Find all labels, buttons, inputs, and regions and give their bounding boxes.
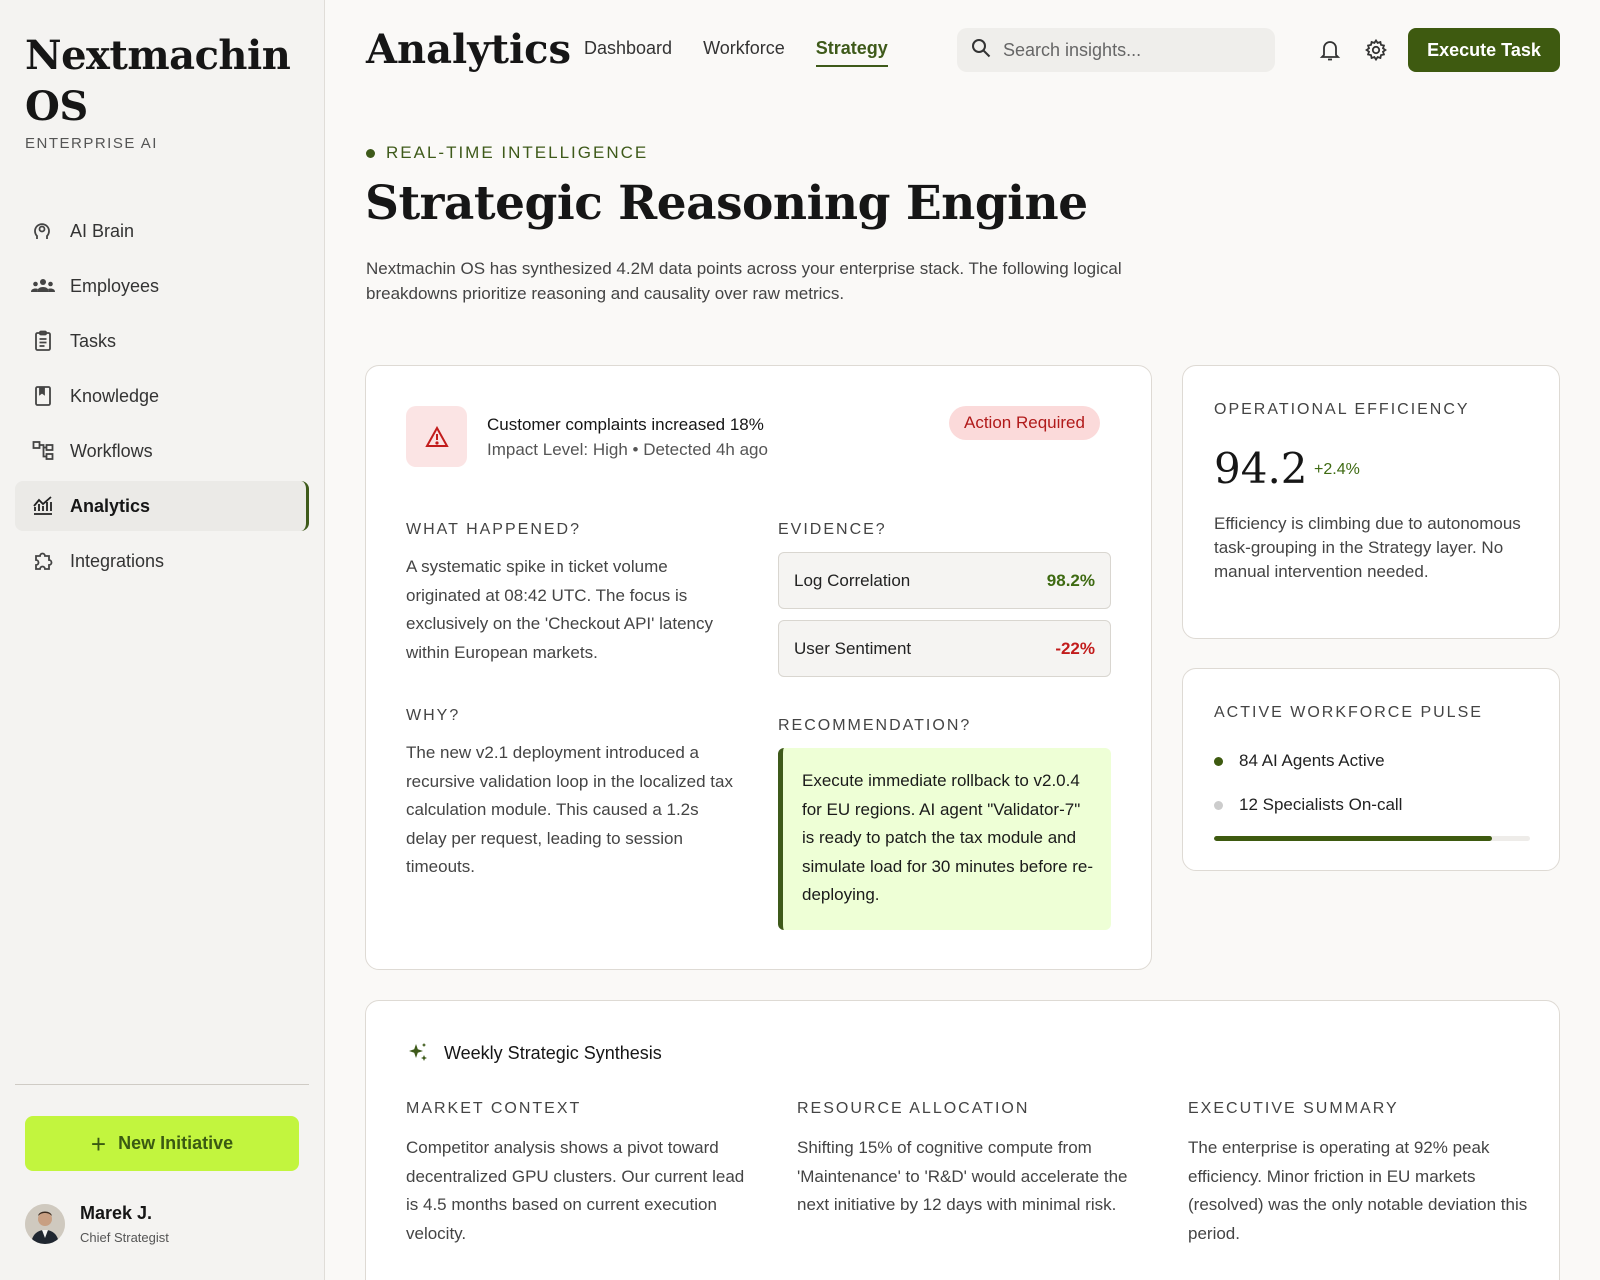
active-dot — [1214, 756, 1223, 766]
chart-icon — [30, 493, 56, 519]
synthesis-market-context: MARKET CONTEXT Competitor analysis shows… — [406, 1100, 746, 1248]
gear-icon[interactable] — [1364, 38, 1388, 67]
resource-allocation-text: Shifting 15% of cognitive compute from '… — [797, 1138, 1128, 1214]
workflow-icon — [30, 438, 56, 464]
weekly-synthesis-card: Weekly Strategic Synthesis MARKET CONTEX… — [365, 1000, 1560, 1280]
why-text: The new v2.1 deployment introduced a rec… — [406, 743, 733, 876]
synthesis-header: Weekly Strategic Synthesis — [406, 1041, 662, 1065]
tab-workforce[interactable]: Workforce — [703, 38, 785, 67]
sidebar-item-label: AI Brain — [70, 220, 135, 241]
efficiency-card: OPERATIONAL EFFICIENCY 94.2 +2.4% Effici… — [1182, 365, 1560, 639]
what-happened-label: WHAT HAPPENED? — [406, 521, 581, 538]
sidebar-item-label: Analytics — [70, 495, 151, 516]
workforce-pulse-card: ACTIVE WORKFORCE PULSE 84 AI Agents Acti… — [1182, 668, 1560, 871]
search-icon — [971, 38, 991, 63]
clipboard-icon — [30, 328, 56, 354]
new-initiative-button[interactable]: + New Initiative — [25, 1116, 299, 1171]
bell-icon[interactable] — [1319, 38, 1341, 67]
evidence-row-user-sentiment: User Sentiment -22% — [778, 620, 1111, 677]
evidence-value: 98.2% — [1046, 570, 1095, 590]
app-title: Analytics — [366, 26, 572, 73]
sidebar-divider — [15, 1084, 309, 1085]
pulse-item-agents: 84 AI Agents Active — [1214, 751, 1385, 771]
alert-evidence: EVIDENCE? Log Correlation 98.2% User Sen… — [778, 521, 1111, 930]
user-profile[interactable]: Marek J. Chief Strategist — [25, 1203, 169, 1245]
status-dot — [366, 148, 375, 158]
evidence-label-text: Log Correlation — [794, 570, 911, 590]
intro-text: Nextmachin OS has synthesized 4.2M data … — [366, 259, 1122, 303]
pulse-item-label: 12 Specialists On-call — [1239, 795, 1403, 814]
sidebar-item-label: Integrations — [70, 550, 165, 571]
top-tabs: Dashboard Workforce Strategy — [584, 38, 919, 67]
alert-analysis: WHAT HAPPENED? A systematic spike in tic… — [406, 521, 736, 882]
efficiency-delta: +2.4% — [1314, 461, 1360, 478]
sidebar-item-label: Knowledge — [70, 385, 160, 406]
market-context-text: Competitor analysis shows a pivot toward… — [406, 1138, 745, 1243]
brand-subtitle: ENTERPRISE AI — [25, 135, 158, 152]
pulse-label: ACTIVE WORKFORCE PULSE — [1214, 704, 1483, 721]
status-badge: Action Required — [949, 406, 1100, 440]
alert-title: Customer complaints increased 18% — [487, 415, 764, 434]
evidence-value: -22% — [1055, 638, 1095, 658]
sidebar-item-label: Tasks — [70, 330, 117, 351]
tab-strategy[interactable]: Strategy — [815, 38, 888, 67]
executive-summary-text: The enterprise is operating at 92% peak … — [1188, 1138, 1528, 1243]
sidebar-nav: AI Brain Employees Tasks Knowledge Workf… — [15, 206, 309, 591]
sidebar-item-analytics[interactable]: Analytics — [15, 481, 309, 531]
executive-summary-label: EXECUTIVE SUMMARY — [1188, 1100, 1399, 1117]
pulse-progress-bar — [1214, 836, 1530, 841]
sidebar-item-employees[interactable]: Employees — [15, 261, 309, 311]
sidebar-item-ai-brain[interactable]: AI Brain — [15, 206, 309, 256]
top-bar: Analytics Dashboard Workforce Strategy E… — [325, 0, 1600, 100]
why-label: WHY? — [406, 707, 461, 724]
sparkle-icon — [409, 1043, 427, 1061]
evidence-label-text: User Sentiment — [794, 638, 912, 658]
sidebar-item-label: Workflows — [70, 440, 153, 461]
sidebar-item-knowledge[interactable]: Knowledge — [15, 371, 309, 421]
pulse-item-specialists: 12 Specialists On-call — [1214, 795, 1402, 815]
plus-icon: + — [90, 1128, 107, 1159]
execute-task-button[interactable]: Execute Task — [1408, 28, 1560, 72]
page-title: Strategic Reasoning Engine — [365, 176, 1088, 231]
what-happened-text: A systematic spike in ticket volume orig… — [406, 557, 713, 662]
sidebar-item-integrations[interactable]: Integrations — [15, 536, 309, 586]
tab-dashboard[interactable]: Dashboard — [584, 38, 672, 67]
new-initiative-label: New Initiative — [118, 1133, 234, 1153]
sidebar: Nextmachin OS ENTERPRISE AI AI Brain Emp… — [0, 0, 325, 1280]
sidebar-item-label: Employees — [70, 275, 160, 296]
search-input[interactable] — [1003, 39, 1253, 61]
evidence-row-log-correlation: Log Correlation 98.2% — [778, 552, 1111, 609]
user-role: Chief Strategist — [80, 1230, 169, 1245]
sidebar-item-tasks[interactable]: Tasks — [15, 316, 309, 366]
user-name: Marek J. — [80, 1203, 153, 1223]
warning-icon — [406, 406, 467, 467]
efficiency-label: OPERATIONAL EFFICIENCY — [1214, 401, 1470, 418]
evidence-label: EVIDENCE? — [778, 521, 887, 538]
market-context-label: MARKET CONTEXT — [406, 1100, 582, 1117]
avatar — [25, 1204, 65, 1244]
synthesis-executive-summary: EXECUTIVE SUMMARY The enterprise is oper… — [1188, 1100, 1528, 1248]
resource-allocation-label: RESOURCE ALLOCATION — [797, 1100, 1030, 1117]
idle-dot — [1214, 800, 1223, 810]
pulse-progress-fill — [1214, 836, 1493, 841]
alert-card: Customer complaints increased 18% Impact… — [365, 365, 1152, 970]
recommendation-box: Execute immediate rollback to v2.0.4 for… — [778, 748, 1111, 930]
eyebrow-label: REAL-TIME INTELLIGENCE — [386, 143, 649, 162]
eyebrow: REAL-TIME INTELLIGENCE — [366, 143, 648, 163]
synthesis-resource-allocation: RESOURCE ALLOCATION Shifting 15% of cogn… — [797, 1100, 1137, 1220]
efficiency-text: Efficiency is climbing due to autonomous… — [1214, 514, 1521, 581]
synthesis-title: Weekly Strategic Synthesis — [444, 1042, 662, 1063]
sidebar-item-workflows[interactable]: Workflows — [15, 426, 309, 476]
puzzle-icon — [30, 548, 56, 574]
brand-name: Nextmachin OS — [25, 32, 291, 130]
alert-meta: Impact Level: High • Detected 4h ago — [487, 440, 768, 459]
brain-icon — [30, 218, 56, 244]
pulse-item-label: 84 AI Agents Active — [1239, 751, 1385, 770]
book-icon — [30, 383, 56, 409]
people-icon — [30, 273, 56, 299]
efficiency-value: 94.2 — [1214, 444, 1308, 493]
search-box — [957, 28, 1275, 72]
recommendation-label: RECOMMENDATION? — [778, 717, 972, 734]
